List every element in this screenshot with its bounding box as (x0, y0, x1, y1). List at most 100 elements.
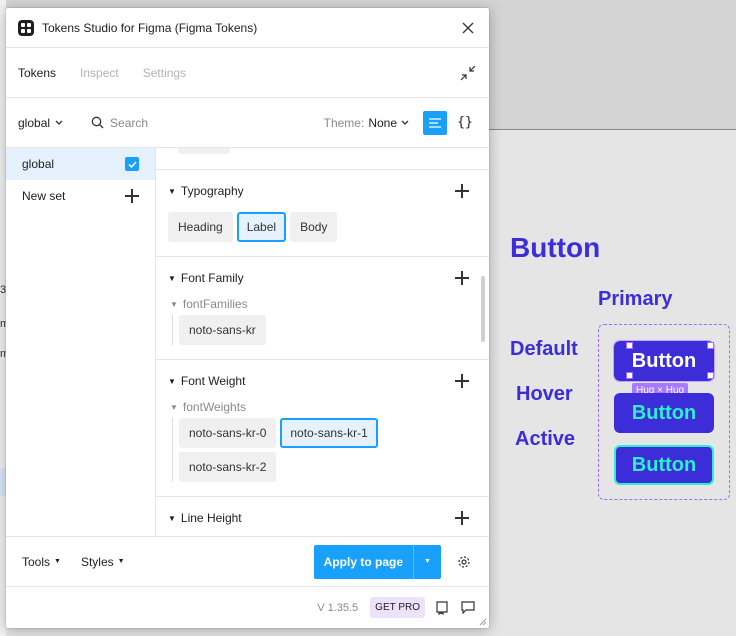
plugin-statusbar: V 1.35.5 GET PRO (6, 586, 489, 628)
book-icon (436, 600, 448, 615)
chevron-down-icon (55, 120, 63, 125)
selection-handle[interactable] (707, 372, 714, 379)
tab-settings[interactable]: Settings (143, 66, 186, 80)
version-label: V 1.35.5 (317, 601, 359, 614)
section-header-font-weight[interactable]: ▼ Font Weight (168, 372, 477, 390)
row-label-hover: Hover (516, 383, 573, 405)
tab-inspect[interactable]: Inspect (80, 66, 119, 80)
column-label-primary: Primary (598, 288, 673, 310)
token-pill-noto-sans-kr-0[interactable]: noto-sans-kr-0 (179, 418, 277, 448)
token-pill-label[interactable]: Label (236, 212, 287, 242)
gear-icon (458, 555, 470, 568)
plugin-footer: Tools ▼ Styles ▼ Apply to page ▼ (6, 536, 489, 586)
caret-down-icon: ▼ (168, 273, 176, 283)
plugin-titlebar[interactable]: Tokens Studio for Figma (Figma Tokens) (6, 8, 489, 48)
new-set-button[interactable]: New set (6, 180, 155, 212)
section-typography: ▼ Typography Heading Label Body (156, 170, 489, 257)
plugin-logo-icon (18, 19, 34, 36)
section-header-line-height[interactable]: ▼ Line Height (168, 509, 477, 527)
feedback-button[interactable] (459, 599, 477, 617)
set-item-label: New set (22, 189, 66, 203)
token-pill-heading[interactable]: Heading (168, 212, 233, 242)
section-title: Typography (180, 184, 244, 198)
row-label-active: Active (515, 428, 576, 450)
selection-handle[interactable] (626, 342, 633, 349)
json-braces-icon: {} (457, 115, 473, 130)
section-title: Line Height (180, 511, 242, 525)
caret-down-icon: ▼ (168, 186, 176, 196)
group-title: fontWeights (182, 400, 247, 414)
button-component-frame: Button Primary Default Hover Active Butt… (490, 0, 736, 636)
add-token-plus-icon[interactable] (455, 374, 469, 388)
styles-dropdown[interactable]: Styles ▼ (81, 555, 125, 569)
fontfamilies-tokens: noto-sans-kr (172, 315, 402, 345)
token-pill-noto-sans-kr-2[interactable]: noto-sans-kr-2 (179, 452, 277, 482)
collapse-icon (460, 65, 476, 80)
section-title: Font Weight (180, 374, 246, 388)
row-label-default: Default (510, 338, 578, 360)
fontweights-tokens: noto-sans-kr-0 noto-sans-kr-1 noto-sans-… (172, 418, 402, 482)
plus-icon (125, 189, 139, 203)
selection-handle[interactable] (626, 372, 633, 379)
typography-tokens: Heading Label Body (168, 212, 477, 242)
check-icon (127, 160, 137, 168)
section-title: Font Family (180, 271, 244, 285)
set-item-label: global (22, 157, 55, 171)
chevron-down-icon (401, 120, 409, 125)
search-icon (91, 116, 104, 129)
docs-button[interactable] (433, 599, 451, 617)
json-view-button[interactable]: {} (453, 111, 477, 135)
tokens-scrollbar[interactable] (481, 276, 485, 342)
theme-selector[interactable]: Theme: None (324, 116, 409, 130)
token-group-fontfamilies[interactable]: ▼ fontFamilies (168, 297, 477, 311)
collapse-button[interactable] (459, 64, 477, 82)
add-token-plus-icon[interactable] (455, 271, 469, 285)
button-hover[interactable]: Button (614, 393, 714, 433)
tokens-list: ▼ Typography Heading Label Body ▼ Font F… (156, 148, 489, 536)
caret-down-icon: ▼ (170, 299, 178, 309)
button-active[interactable]: Button (614, 445, 714, 485)
styles-label: Styles (80, 554, 114, 569)
resize-grip-icon[interactable] (477, 616, 487, 626)
section-header-font-family[interactable]: ▼ Font Family (168, 269, 477, 287)
list-view-button[interactable] (423, 110, 447, 135)
theme-value: None (368, 115, 397, 130)
selection-handle[interactable] (707, 342, 714, 349)
caret-down-icon: ▼ (424, 558, 431, 565)
caret-down-icon: ▼ (117, 558, 125, 565)
token-set-dropdown[interactable]: global (18, 116, 63, 130)
tokens-studio-plugin-window: Tokens Studio for Figma (Figma Tokens) T… (6, 8, 489, 628)
get-pro-button[interactable]: GET PRO (370, 597, 425, 618)
close-button[interactable] (459, 19, 477, 37)
theme-label: Theme: (323, 115, 365, 130)
add-token-plus-icon[interactable] (455, 184, 469, 198)
search-placeholder: Search (110, 115, 149, 130)
token-pill-noto-sans-kr-1[interactable]: noto-sans-kr-1 (280, 418, 378, 448)
partial-token-pill[interactable] (178, 148, 230, 154)
apply-button-group: Apply to page ▼ (313, 544, 441, 579)
search-field[interactable]: Search (91, 116, 291, 130)
settings-button[interactable] (455, 553, 473, 571)
caret-down-icon: ▼ (54, 558, 61, 565)
token-pill-body[interactable]: Body (290, 212, 338, 242)
apply-to-page-button[interactable]: Apply to page (313, 544, 413, 579)
token-set-dropdown-value: global (18, 115, 51, 130)
section-line-height: ▼ Line Height (156, 497, 489, 536)
tools-dropdown[interactable]: Tools ▼ (22, 555, 61, 569)
group-title: fontFamilies (182, 297, 248, 311)
token-pill-noto-sans-kr[interactable]: noto-sans-kr (179, 315, 266, 345)
close-icon (462, 22, 474, 33)
caret-down-icon: ▼ (168, 376, 176, 386)
set-item-global[interactable]: global (6, 148, 155, 180)
plugin-tabs: Tokens Inspect Settings (6, 48, 489, 98)
tools-label: Tools (22, 554, 51, 569)
section-header-typography[interactable]: ▼ Typography (168, 182, 477, 200)
token-group-fontweights[interactable]: ▼ fontWeights (168, 400, 477, 414)
list-view-icon (429, 117, 441, 128)
apply-options-dropdown[interactable]: ▼ (413, 544, 441, 579)
chat-icon (461, 601, 475, 614)
plugin-body: global New set ▼ Typography Heading Labe… (6, 148, 489, 536)
set-enabled-checkbox[interactable] (125, 157, 139, 171)
tab-tokens[interactable]: Tokens (18, 66, 56, 80)
add-token-plus-icon[interactable] (455, 511, 469, 525)
